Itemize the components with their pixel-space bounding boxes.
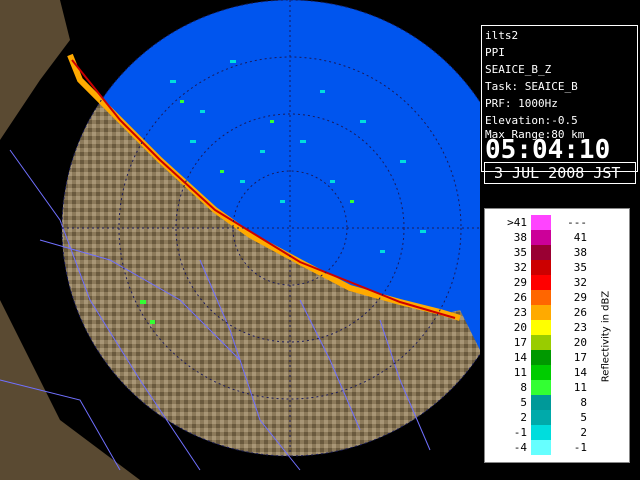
legend-color-swatch	[531, 425, 551, 440]
legend-row: 23 26	[485, 305, 615, 320]
legend-color-swatch	[531, 290, 551, 305]
legend-row-low: 2	[520, 411, 527, 424]
legend-row-low: 38	[513, 231, 527, 244]
legend-row: 20 23	[485, 320, 615, 335]
legend-row-high: 41	[573, 231, 587, 244]
legend-row-low: 23	[513, 306, 527, 319]
legend-row: 14 17	[485, 350, 615, 365]
legend-row-low: -1	[513, 426, 527, 439]
legend-row: 11 14	[485, 365, 615, 380]
legend-row-high: 26	[573, 306, 587, 319]
legend-color-swatch	[531, 410, 551, 425]
product-type: PPI	[485, 46, 505, 59]
legend-row: 38 41	[485, 230, 615, 245]
legend-color-swatch	[531, 365, 551, 380]
legend-color-swatch	[531, 320, 551, 335]
legend-row-low: 20	[513, 321, 527, 334]
legend-row-low: 32	[513, 261, 527, 274]
station-name: ilts2	[485, 29, 519, 42]
legend-row: 58	[485, 395, 615, 410]
legend-row-high: 8	[580, 396, 587, 409]
legend-color-swatch	[531, 215, 551, 230]
legend-color-swatch	[531, 245, 551, 260]
legend-row: 35 38	[485, 245, 615, 260]
legend-color-swatch	[531, 440, 551, 455]
product-name: SEAICE_B_Z	[485, 63, 552, 76]
legend-row-low: 8	[520, 381, 527, 394]
legend-row-high: 35	[573, 261, 587, 274]
legend-row-high: 11	[573, 381, 587, 394]
legend-row: -1 2	[485, 425, 615, 440]
legend-color-swatch	[531, 230, 551, 245]
legend-row-high: 17	[573, 351, 587, 364]
legend-color-swatch	[531, 380, 551, 395]
scan-date: 3 JUL 2008 JST	[494, 164, 621, 182]
legend-row: 26 29	[485, 290, 615, 305]
legend-row-high: 20	[573, 336, 587, 349]
legend-row-high: 5	[580, 411, 587, 424]
legend-row-high: 38	[573, 246, 587, 259]
legend-color-swatch	[531, 350, 551, 365]
legend-row-low: 35	[513, 246, 527, 259]
legend-row-low: 11	[513, 366, 527, 379]
elevation-label: Elevation:-0.5	[485, 114, 578, 127]
legend-row-low: 14	[513, 351, 527, 364]
legend-unit-label: Reflectivity in dBZ	[600, 290, 612, 383]
legend-row-low: 29	[513, 276, 527, 289]
legend-row-low: 17	[513, 336, 527, 349]
legend-row-high: 32	[573, 276, 587, 289]
task-label: Task: SEAICE_B	[485, 80, 578, 93]
scan-time: 05:04:10	[485, 135, 611, 165]
legend-row-high: 23	[573, 321, 587, 334]
reflectivity-legend: >41 --- 38 41 35 38 32 35 29 32 26 29 23 26 20 23 17 20 14…	[484, 208, 630, 463]
legend-row-high: 29	[573, 291, 587, 304]
legend-row-high: -1	[573, 441, 587, 454]
legend-color-swatch	[531, 335, 551, 350]
legend-row-high: 14	[573, 366, 587, 379]
legend-row: 8 11	[485, 380, 615, 395]
legend-row-high: ---	[567, 216, 587, 229]
legend-color-swatch	[531, 305, 551, 320]
legend-row: 25	[485, 410, 615, 425]
legend-row-low: -4	[513, 441, 527, 454]
legend-row: -4 -1	[485, 440, 615, 455]
prf-label: PRF: 1000Hz	[485, 97, 558, 110]
legend-row-low: 5	[520, 396, 527, 409]
legend-row: >41 ---	[485, 215, 615, 230]
legend-row: 29 32	[485, 275, 615, 290]
legend-color-swatch	[531, 395, 551, 410]
legend-color-swatch	[531, 260, 551, 275]
legend-color-swatch	[531, 275, 551, 290]
legend-row-low: 26	[513, 291, 527, 304]
radar-ppi-display	[0, 0, 480, 480]
radar-info-panel: ilts2 PPI SEAICE_B_Z Task: SEAICE_B PRF:…	[481, 25, 638, 172]
legend-row-high: 2	[580, 426, 587, 439]
radar-map-svg	[0, 0, 480, 480]
legend-unit-label-wrap: Reflectivity in dBZ	[598, 269, 614, 409]
legend-row: 17 20	[485, 335, 615, 350]
legend-row-low: >41	[507, 216, 527, 229]
legend-row: 32 35	[485, 260, 615, 275]
